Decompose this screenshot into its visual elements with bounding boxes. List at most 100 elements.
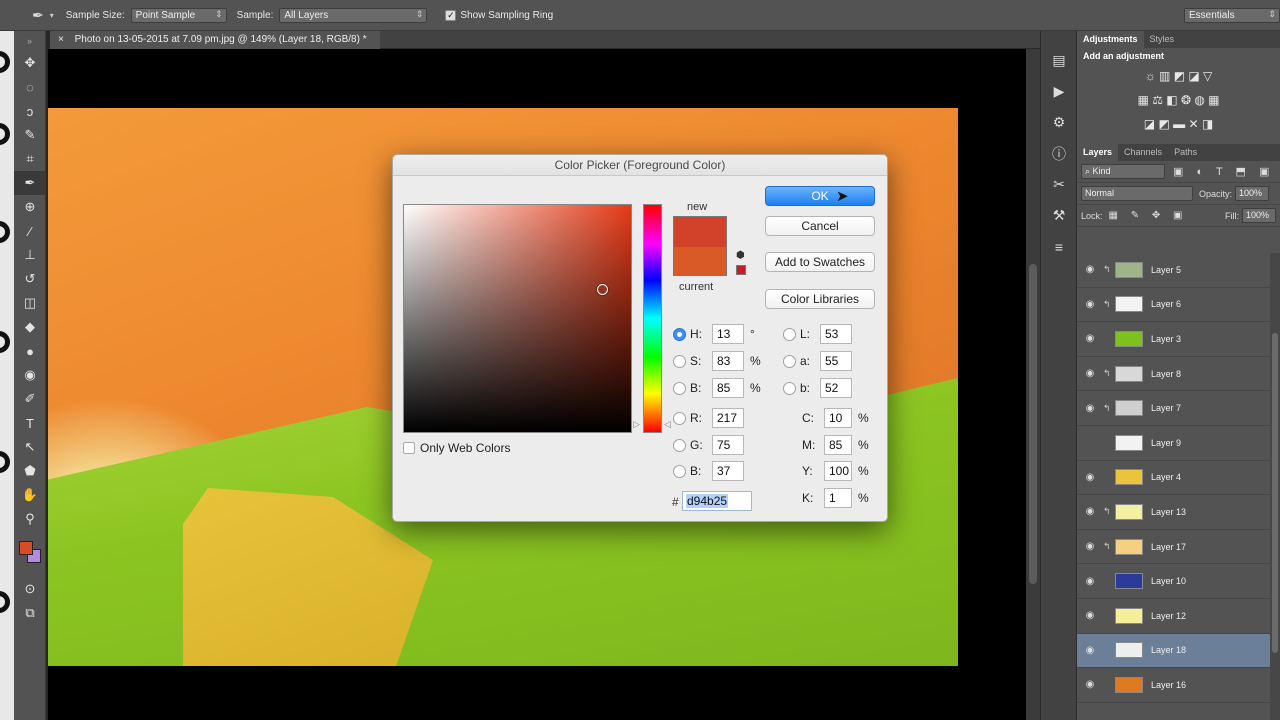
stamp-icon[interactable]: ⊥ (14, 243, 46, 267)
layer-name[interactable]: Layer 12 (1151, 611, 1186, 621)
adjustment-icons-row-3[interactable]: ◪ ◩ ▬ ✕ ◨ (1077, 112, 1280, 136)
layer-row[interactable]: ◉ Layer 4 (1077, 461, 1271, 496)
lab-a-input[interactable]: 55 (820, 351, 852, 371)
eraser-icon[interactable]: ◫ (14, 291, 46, 315)
visibility-eye-icon[interactable]: ◉ (1077, 472, 1103, 483)
document-tab[interactable]: × Photo on 13-05-2015 at 7.09 pm.jpg @ 1… (50, 31, 380, 49)
black-input[interactable]: 1 (824, 488, 852, 508)
hue-slider-right-arrow-icon[interactable]: ◁ (664, 419, 671, 430)
cancel-button[interactable]: Cancel (765, 216, 875, 236)
opacity-field[interactable]: 100% (1235, 186, 1270, 201)
quick-select-icon[interactable]: ✎ (14, 123, 46, 147)
red-input[interactable]: 217 (712, 408, 744, 428)
history-brush-icon[interactable]: ↺ (14, 267, 46, 291)
visibility-eye-icon[interactable]: ◉ (1077, 368, 1103, 379)
visibility-eye-icon[interactable]: ◉ (1077, 679, 1103, 690)
layer-row[interactable]: ◉ ↰ Layer 17 (1077, 530, 1271, 565)
sampling-ring-checkbox[interactable]: ✓ (445, 9, 457, 21)
visibility-eye-icon[interactable]: ◉ (1077, 299, 1103, 310)
ok-button[interactable]: OK (765, 186, 875, 206)
layers-scroll-thumb[interactable] (1272, 333, 1278, 653)
lab-b-input[interactable]: 52 (820, 378, 852, 398)
history-icon[interactable]: ▤ (1041, 45, 1077, 76)
canvas-vertical-scrollbar[interactable] (1026, 49, 1040, 720)
saturation-radio[interactable] (673, 354, 686, 368)
scroll-thumb[interactable] (1029, 264, 1037, 584)
screen-mode-icon[interactable]: ⧉ (14, 601, 46, 625)
layer-row[interactable]: ◉ ↰ Layer 5 (1077, 253, 1271, 288)
type-icon[interactable]: T (14, 411, 46, 435)
move-icon[interactable]: ✥ (14, 51, 46, 75)
layer-row[interactable]: ◉ ↰ Layer 7 (1077, 391, 1271, 426)
actions-play-icon[interactable]: ▶ (1041, 76, 1077, 107)
layer-row[interactable]: ◉ ↰ Layer 13 (1077, 495, 1271, 530)
pen-icon[interactable]: ✐ (14, 387, 46, 411)
hue-input[interactable]: 13 (712, 324, 744, 344)
add-to-swatches-button[interactable]: Add to Swatches (765, 252, 875, 272)
layer-name[interactable]: Layer 7 (1151, 403, 1181, 413)
blue-radio[interactable] (673, 464, 686, 478)
info-icon[interactable]: ⓘ (1041, 138, 1077, 169)
visibility-eye-icon[interactable]: ◉ (1077, 403, 1103, 414)
tab-styles[interactable]: Styles (1144, 31, 1181, 48)
layer-row[interactable]: ◉ ↰ Layer 8 (1077, 357, 1271, 392)
brush-icon[interactable]: ∕ (14, 219, 46, 243)
tab-layers[interactable]: Layers (1077, 144, 1119, 161)
layer-name[interactable]: Layer 6 (1151, 299, 1181, 309)
color-field-cursor[interactable] (597, 284, 608, 295)
adjustment-icons-row-2[interactable]: ▦ ⚖ ◧ ❂ ◍ ▦ (1077, 88, 1280, 112)
layer-row[interactable]: ◉ ↰ Layer 6 (1077, 288, 1271, 323)
magenta-input[interactable]: 85 (824, 435, 852, 455)
color-libraries-button[interactable]: Color Libraries (765, 289, 875, 309)
layer-row[interactable]: ◉ Layer 3 (1077, 322, 1271, 357)
toolbox-collapse-icon[interactable]: » (14, 31, 45, 51)
hand-icon[interactable]: ✋ (14, 483, 46, 507)
layer-name[interactable]: Layer 3 (1151, 334, 1181, 344)
color-field[interactable] (403, 204, 632, 433)
layer-filter-icons[interactable]: ▣ ◐ T ⬒ ▣ (1173, 165, 1274, 178)
close-tab-icon[interactable]: × (58, 34, 64, 45)
blend-mode-select[interactable]: Normal (1081, 186, 1193, 201)
visibility-eye-icon[interactable]: ◉ (1077, 333, 1103, 344)
layer-name[interactable]: Layer 10 (1151, 576, 1186, 586)
brightness-radio[interactable] (673, 381, 686, 395)
hue-slider[interactable] (643, 204, 662, 433)
character-icon[interactable]: ≡ (1041, 231, 1077, 262)
layers-scrollbar[interactable] (1270, 253, 1280, 720)
blue-input[interactable]: 37 (712, 461, 744, 481)
layer-name[interactable]: Layer 4 (1151, 472, 1181, 482)
cyan-input[interactable]: 10 (824, 408, 852, 428)
layer-name[interactable]: Layer 9 (1151, 438, 1181, 448)
foreground-color-swatch[interactable] (19, 541, 33, 555)
zoom-icon[interactable]: ⚲ (14, 507, 46, 531)
crop-icon[interactable]: ⌗ (14, 147, 46, 171)
gamut-warning-swatch[interactable] (736, 265, 746, 275)
current-color-swatch[interactable] (674, 247, 726, 276)
layer-row[interactable]: ◉ Layer 18 (1077, 633, 1271, 669)
visibility-eye-icon[interactable]: ◉ (1077, 541, 1103, 552)
bucket-icon[interactable]: ◆ (14, 315, 46, 339)
healing-icon[interactable]: ⊕ (14, 195, 46, 219)
lightness-input[interactable]: 53 (820, 324, 852, 344)
eyedropper-icon[interactable]: ✒ (14, 171, 46, 195)
dodge-icon[interactable]: ◉ (14, 363, 46, 387)
quick-mask-icon[interactable]: ⊙ (14, 577, 46, 601)
layer-name[interactable]: Layer 13 (1151, 507, 1186, 517)
shape-icon[interactable]: ⬟ (14, 459, 46, 483)
sample-size-select[interactable]: Point Sample (130, 7, 227, 23)
lock-icons[interactable]: ▦ ✎ ✥ ▣ (1109, 210, 1188, 221)
yellow-input[interactable]: 100 (824, 461, 852, 481)
brush-presets-icon[interactable]: ⚒ (1041, 200, 1077, 231)
sample-select[interactable]: All Layers (279, 7, 428, 23)
eyedropper-icon[interactable]: ✒ (32, 7, 44, 24)
tab-channels[interactable]: Channels (1118, 144, 1168, 161)
marquee-icon[interactable]: ◌ (14, 75, 46, 99)
lab-b-radio[interactable] (783, 381, 796, 395)
tab-paths[interactable]: Paths (1168, 144, 1203, 161)
lightness-radio[interactable] (783, 327, 796, 341)
visibility-eye-icon[interactable]: ◉ (1077, 645, 1103, 656)
visibility-eye-icon[interactable]: ◉ (1077, 576, 1103, 587)
layer-row[interactable]: ◉ Layer 12 (1077, 599, 1271, 634)
saturation-input[interactable]: 83 (712, 351, 744, 371)
hue-radio[interactable] (673, 327, 686, 341)
